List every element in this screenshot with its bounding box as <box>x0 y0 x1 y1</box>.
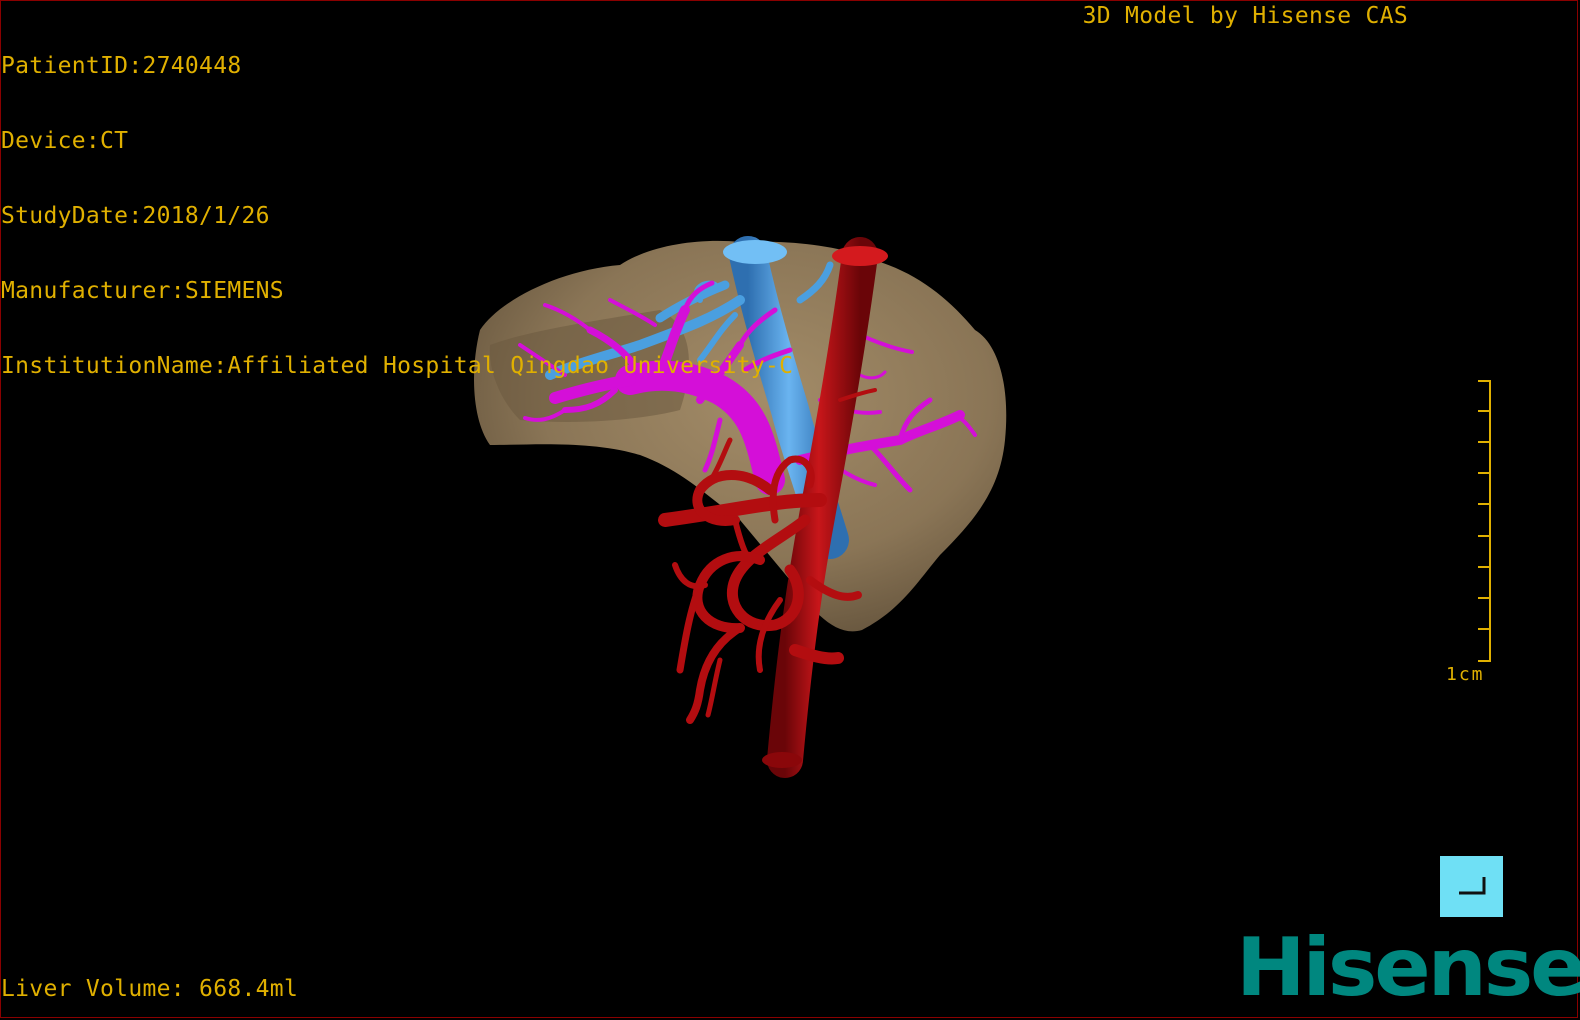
reset-orientation-icon <box>1459 877 1486 895</box>
aorta-bottom <box>762 752 802 768</box>
manufacturer-text: Manufacturer:SIEMENS <box>1 278 284 304</box>
liver-volume-text: Liver Volume: 668.4ml <box>1 976 299 1002</box>
device-text: Device:CT <box>1 128 129 154</box>
patient-id-text: PatientID:2740448 <box>1 53 242 79</box>
study-date-text: StudyDate:2018/1/26 <box>1 203 270 229</box>
hisense-logo: Hisense <box>1236 921 1580 1014</box>
orientation-button[interactable] <box>1440 856 1503 917</box>
model-credit-text: 3D Model by Hisense CAS <box>1082 3 1408 29</box>
institution-text: InstitutionName:Affiliated Hospital Qing… <box>1 353 794 379</box>
scale-label: 1cm <box>1446 664 1485 685</box>
scale-bar <box>1478 380 1491 662</box>
dicom-info-overlay: PatientID:2740448 Device:CT StudyDate:20… <box>1 4 793 404</box>
aorta-top <box>832 246 888 266</box>
